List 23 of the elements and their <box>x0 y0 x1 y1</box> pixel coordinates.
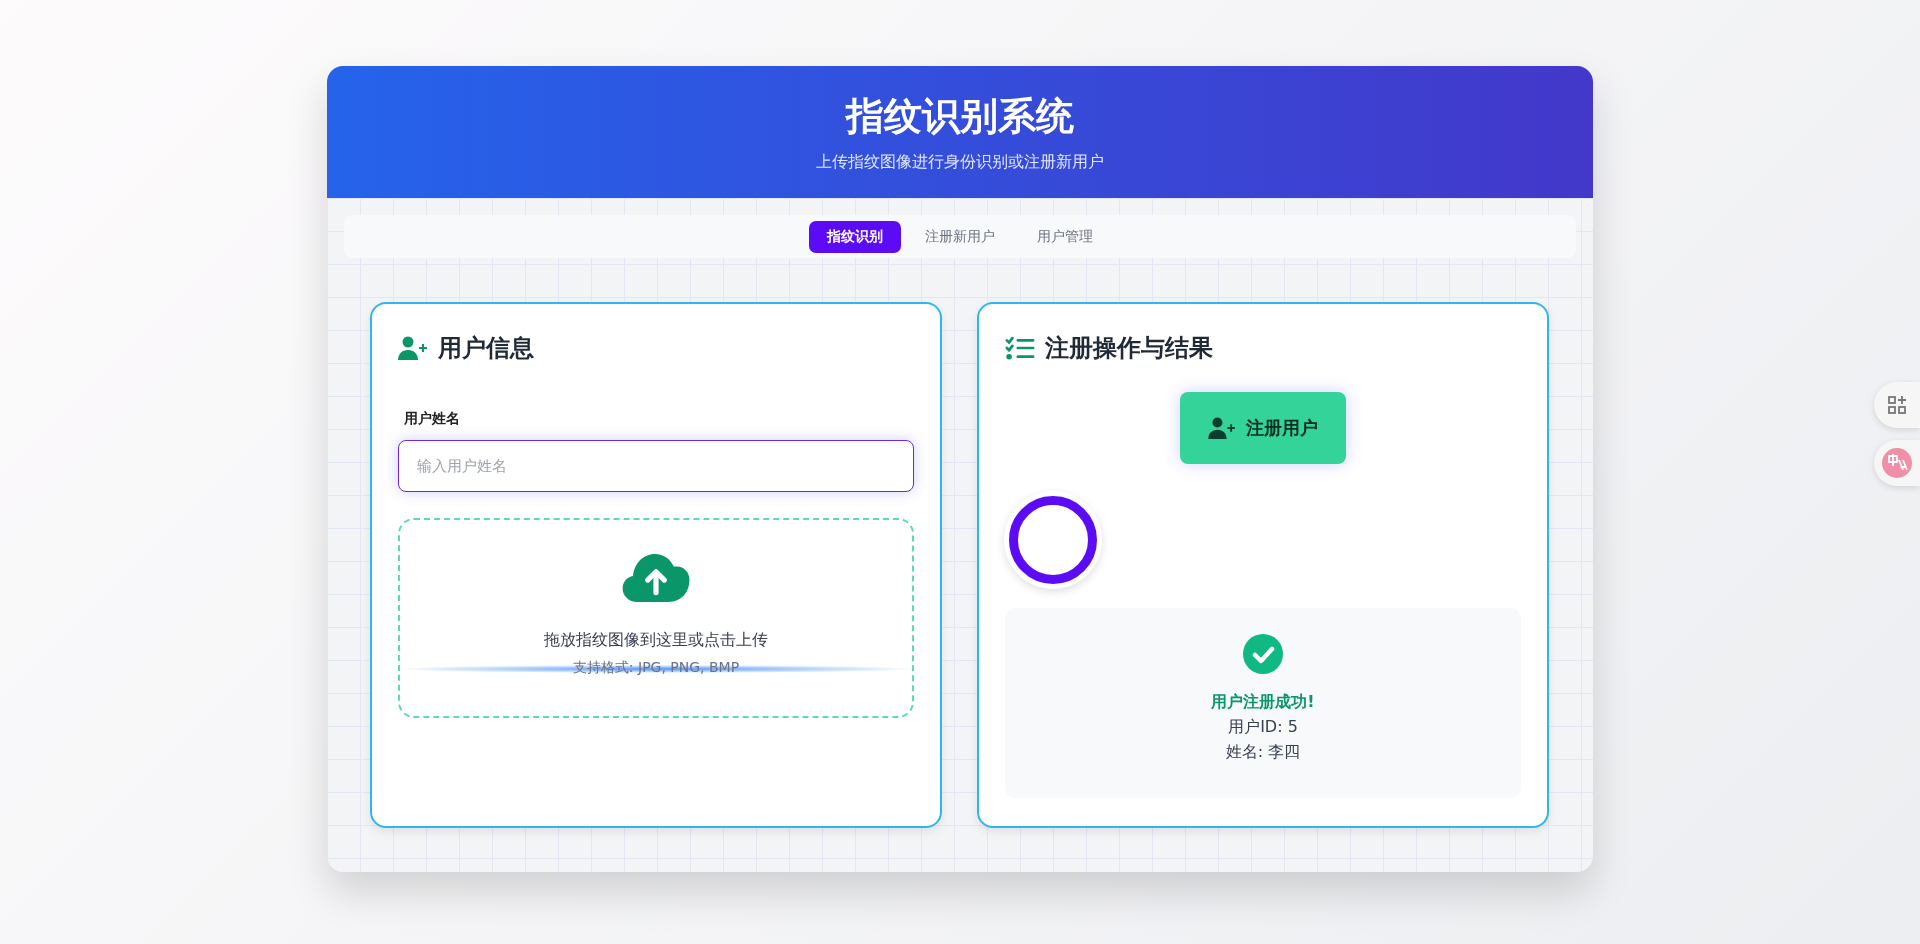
add-user-icon <box>398 336 428 360</box>
cloud-upload-icon <box>622 554 690 602</box>
add-user-icon <box>1208 417 1236 439</box>
translate-icon <box>1882 448 1912 478</box>
name-input-field[interactable]: 输入用户姓名 <box>398 440 914 492</box>
apps-button[interactable] <box>1874 382 1920 428</box>
tab[interactable]: 用户管理 <box>1019 220 1111 253</box>
result-detail: 用户ID: 5 <box>1228 717 1298 738</box>
success-check-icon <box>1243 634 1283 674</box>
app-subtitle: 上传指纹图像进行身份识别或注册新用户 <box>816 152 1104 173</box>
translate-button[interactable] <box>1874 440 1920 486</box>
register-button[interactable]: 注册用户 <box>1180 392 1346 464</box>
tab[interactable]: 指纹识别 <box>809 220 901 253</box>
success-message: 用户注册成功! <box>1211 692 1315 713</box>
card-title: 用户信息 <box>438 333 534 364</box>
grid-plus-icon <box>1887 395 1907 415</box>
card-title: 注册操作与结果 <box>1045 333 1213 364</box>
field-label: 用户姓名 <box>404 410 461 428</box>
upload-prompt: 拖放指纹图像到这里或点击上传 <box>544 630 768 651</box>
result-detail: 姓名: 李四 <box>1225 742 1301 763</box>
checklist-icon <box>1005 336 1035 360</box>
tab[interactable]: 注册新用户 <box>907 220 1013 253</box>
app-title: 指纹识别系统 <box>846 93 1074 140</box>
